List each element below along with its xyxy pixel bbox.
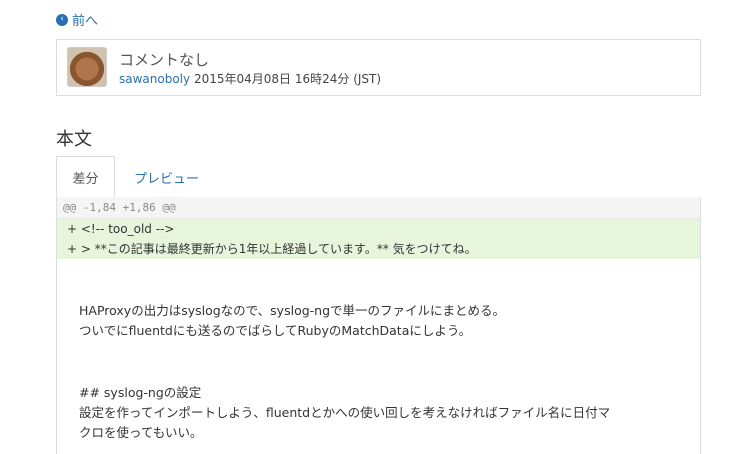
diff-added-lines: + <!-- too_old --> + > **この記事は最終更新から1年以上… [57,219,700,259]
diff-line: 設定を作ってインポートしよう、fluentdとかへの使い回しを考えなければファイ… [79,405,611,420]
diff-added-line: + <!-- too_old --> [67,222,175,236]
diff-line: HAProxyの出力はsyslogなので、syslog-ngで単一のファイルにま… [79,303,506,318]
tab-bar: 差分 プレビュー [56,156,701,198]
comment-box: コメントなし sawanoboly 2015年04月08日 16時24分 (JS… [56,39,701,96]
tab-preview[interactable]: プレビュー [134,156,199,198]
avatar[interactable] [67,47,107,87]
comment-text: コメントなし [119,51,210,69]
diff-spacer [79,341,700,383]
diff-line: ## syslog-ngの設定 [79,385,202,400]
comment-meta: sawanoboly 2015年04月08日 16時24分 (JST) [119,70,381,87]
diff-added-line: + > **この記事は最終更新から1年以上経過しています。** 気をつけてね。 [67,242,477,256]
page: ‹ 前へ コメントなし sawanoboly 2015年04月08日 16時24… [0,0,751,454]
comment-timestamp: 2015年04月08日 16時24分 (JST) [193,72,382,86]
diff-hunk-header: @@ -1,84 +1,86 @@ [57,197,700,219]
back-label: 前へ [72,14,99,29]
chevron-left-circle-icon: ‹ [56,13,68,26]
diff-panel: @@ -1,84 +1,86 @@ + <!-- too_old --> + >… [56,197,701,454]
diff-context-body: HAProxyの出力はsyslogなので、syslog-ngで単一のファイルにま… [57,259,700,443]
tab-diff[interactable]: 差分 [56,156,115,198]
author-link[interactable]: sawanoboly [119,72,190,86]
diff-line: ついでにfluentdにも送るのでばらしてRubyのMatchDataにしよう。 [79,323,472,338]
back-link[interactable]: ‹ 前へ [56,10,98,29]
section-title: 本文 [56,129,92,150]
diff-line: クロを使ってもいい。 [79,425,203,440]
